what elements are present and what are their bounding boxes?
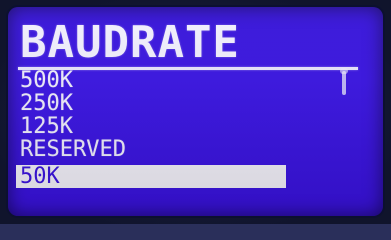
menu-item-50k[interactable]: 50K [16, 165, 286, 188]
menu-item-250k[interactable]: 250K [16, 92, 316, 115]
menu-item-500k[interactable]: 500K [16, 69, 316, 92]
scroll-indicator [340, 68, 348, 95]
screen-title: BAUDRATE [20, 17, 240, 68]
lcd-screen: BAUDRATE 500K 250K 125K RESERVED 50K [8, 7, 383, 216]
menu-item-125k[interactable]: 125K [16, 115, 316, 138]
baudrate-menu: 500K 250K 125K RESERVED 50K [16, 69, 316, 188]
menu-item-reserved[interactable]: RESERVED [16, 138, 316, 161]
